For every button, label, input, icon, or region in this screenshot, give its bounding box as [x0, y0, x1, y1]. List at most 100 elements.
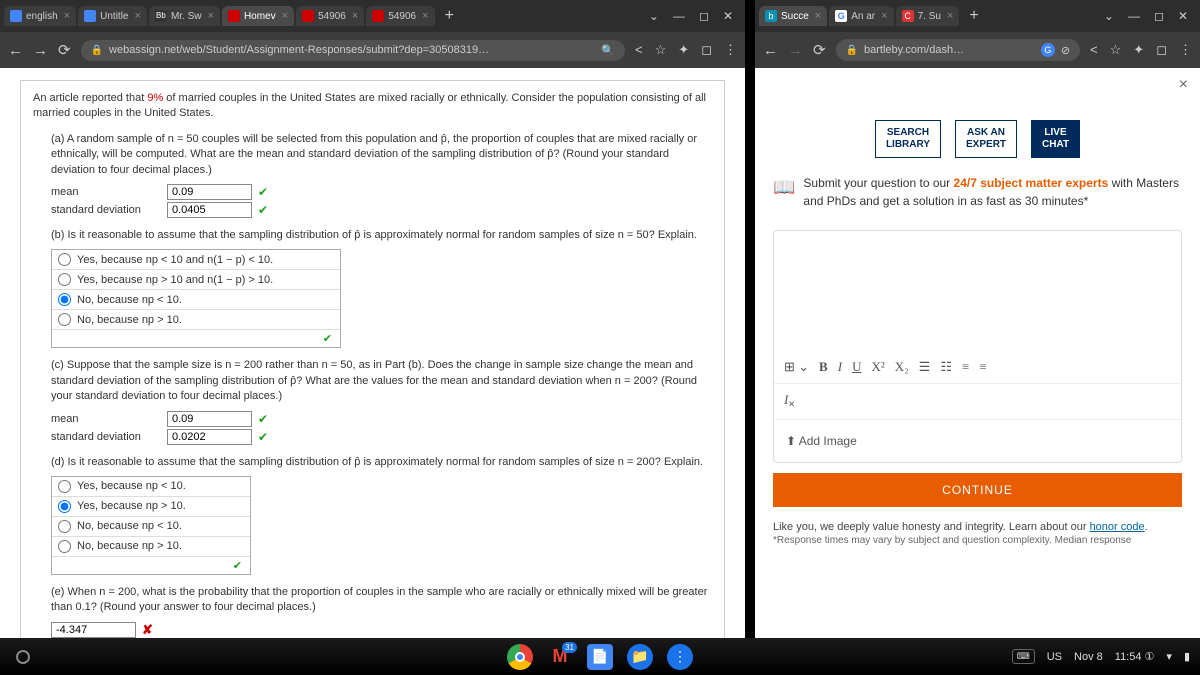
share-icon[interactable]: <: [1090, 42, 1098, 58]
option-b4[interactable]: No, because np > 10.: [52, 310, 340, 330]
tab-english[interactable]: english×: [4, 6, 76, 26]
option-b1[interactable]: Yes, because np < 10 and n(1 − p) < 10.: [52, 250, 340, 270]
reload-button[interactable]: ⟳: [58, 41, 71, 59]
bold-button[interactable]: B: [819, 359, 828, 375]
close-icon[interactable]: ×: [135, 10, 141, 22]
minimize-icon[interactable]: —: [1128, 9, 1140, 23]
share-icon[interactable]: <: [635, 42, 643, 58]
wifi-icon[interactable]: ▾: [1166, 650, 1172, 663]
window-icon[interactable]: ◻: [701, 42, 712, 58]
outdent-button[interactable]: ≡: [979, 359, 986, 375]
superscript-button[interactable]: X²: [871, 359, 884, 375]
clear-format-button[interactable]: I×: [784, 392, 795, 411]
option-d4[interactable]: No, because np > 10.: [52, 537, 250, 557]
option-b2[interactable]: Yes, because np > 10 and n(1 − p) > 10.: [52, 270, 340, 290]
sd-label: standard deviation: [51, 431, 161, 443]
mean-input-a[interactable]: [167, 184, 252, 200]
sd-input-a[interactable]: [167, 202, 252, 218]
close-icon[interactable]: ×: [422, 10, 428, 22]
tab-7su[interactable]: C7. Su×: [896, 6, 960, 26]
bullet-list-button[interactable]: ☰: [919, 359, 931, 375]
sd-input-c[interactable]: [167, 429, 252, 445]
language-indicator[interactable]: US: [1047, 651, 1062, 663]
chrome-icon[interactable]: [507, 644, 533, 670]
tab-anar[interactable]: GAn ar×: [829, 6, 893, 26]
close-icon[interactable]: ×: [815, 10, 821, 22]
tab-mrsw[interactable]: BbMr. Sw×: [149, 6, 220, 26]
tab-54906b[interactable]: 54906×: [366, 6, 434, 26]
disclaimer-text: *Response times may vary by subject and …: [773, 535, 1182, 546]
maximize-icon[interactable]: ◻: [1154, 9, 1164, 23]
minimize-icon[interactable]: —: [673, 9, 685, 23]
forward-button[interactable]: →: [33, 42, 48, 59]
google-icon[interactable]: G: [1041, 43, 1055, 57]
continue-button[interactable]: CONTINUE: [773, 473, 1182, 507]
date-indicator: Nov 8: [1074, 651, 1103, 663]
gmail-icon[interactable]: M31: [547, 644, 573, 670]
maximize-icon[interactable]: ◻: [699, 9, 709, 23]
option-b3[interactable]: No, because np < 10.: [52, 290, 340, 310]
live-chat-button[interactable]: LIVECHAT: [1031, 120, 1080, 158]
close-icon[interactable]: ×: [947, 10, 953, 22]
extension-icon[interactable]: ✦: [1133, 42, 1144, 58]
italic-button[interactable]: I: [838, 359, 842, 375]
back-button[interactable]: ←: [8, 42, 23, 59]
mean-input-c[interactable]: [167, 411, 252, 427]
window-icon[interactable]: ◻: [1156, 42, 1167, 58]
app-icon[interactable]: ⋮: [667, 644, 693, 670]
search-library-button[interactable]: SEARCHLIBRARY: [875, 120, 941, 158]
sd-label: standard deviation: [51, 204, 161, 216]
option-d1[interactable]: Yes, because np < 10.: [52, 477, 250, 497]
close-window-icon[interactable]: ✕: [723, 9, 733, 23]
star-icon[interactable]: ☆: [655, 42, 667, 58]
close-icon[interactable]: ×: [208, 10, 214, 22]
tab-strip: english× Untitle× BbMr. Sw× Homev× 54906…: [0, 0, 745, 32]
menu-icon[interactable]: ⋮: [1179, 42, 1192, 58]
keyboard-icon[interactable]: ⌨: [1012, 649, 1035, 664]
option-d3[interactable]: No, because np < 10.: [52, 517, 250, 537]
reload-button[interactable]: ⟳: [813, 41, 826, 59]
tab-54906a[interactable]: 54906×: [296, 6, 364, 26]
ask-expert-button[interactable]: ASK ANEXPERT: [955, 120, 1017, 158]
tab-homev[interactable]: Homev×: [222, 6, 294, 26]
translate-icon[interactable]: ⊘: [1061, 44, 1070, 57]
close-icon[interactable]: ×: [352, 10, 358, 22]
search-icon[interactable]: 🔍: [601, 44, 615, 57]
number-list-button[interactable]: ☷: [940, 359, 952, 375]
option-d2[interactable]: Yes, because np > 10.: [52, 497, 250, 517]
battery-icon[interactable]: ▮: [1184, 650, 1190, 663]
chevron-down-icon[interactable]: ⌄: [1104, 9, 1114, 23]
new-tab-button[interactable]: +: [437, 7, 462, 25]
close-window-icon[interactable]: ✕: [1178, 9, 1188, 23]
system-tray[interactable]: ⌨ US Nov 8 11:54 ① ▾ ▮: [1012, 649, 1190, 664]
taskbar-apps: M31 📄 📁 ⋮: [507, 644, 693, 670]
docs-icon[interactable]: 📄: [587, 644, 613, 670]
close-icon[interactable]: ×: [282, 10, 288, 22]
close-icon[interactable]: ×: [64, 10, 70, 22]
files-icon[interactable]: 📁: [627, 644, 653, 670]
extension-icon[interactable]: ✦: [678, 42, 689, 58]
table-icon[interactable]: ⊞ ⌄: [784, 359, 809, 375]
tab-succe[interactable]: bSucce×: [759, 6, 827, 26]
close-icon[interactable]: ×: [881, 10, 887, 22]
launcher-icon[interactable]: [16, 650, 30, 664]
part-d-options: Yes, because np < 10. Yes, because np > …: [51, 476, 251, 575]
answer-input-e[interactable]: [51, 622, 136, 638]
add-image-button[interactable]: ⬆ Add Image: [774, 420, 1181, 462]
indent-button[interactable]: ≡: [962, 359, 969, 375]
url-input[interactable]: 🔒webassign.net/web/Student/Assignment-Re…: [81, 40, 625, 61]
question-editor[interactable]: ⊞ ⌄ B I U X² X₂ ☰ ☷ ≡ ≡ I× ⬆ Add Image: [773, 230, 1182, 463]
close-icon[interactable]: ×: [1179, 76, 1188, 94]
underline-button[interactable]: U: [852, 359, 861, 375]
star-icon[interactable]: ☆: [1110, 42, 1122, 58]
honor-code-link[interactable]: honor code: [1090, 521, 1145, 533]
part-b-options: Yes, because np < 10 and n(1 − p) < 10. …: [51, 249, 341, 348]
tab-untitled[interactable]: Untitle×: [78, 6, 147, 26]
new-tab-button[interactable]: +: [961, 7, 986, 25]
chevron-down-icon[interactable]: ⌄: [649, 9, 659, 23]
menu-icon[interactable]: ⋮: [724, 42, 737, 58]
subscript-button[interactable]: X₂: [895, 359, 909, 375]
honor-text: Like you, we deeply value honesty and in…: [773, 521, 1182, 533]
back-button[interactable]: ←: [763, 42, 778, 59]
url-input[interactable]: 🔒bartleby.com/dash…G⊘: [836, 39, 1080, 61]
